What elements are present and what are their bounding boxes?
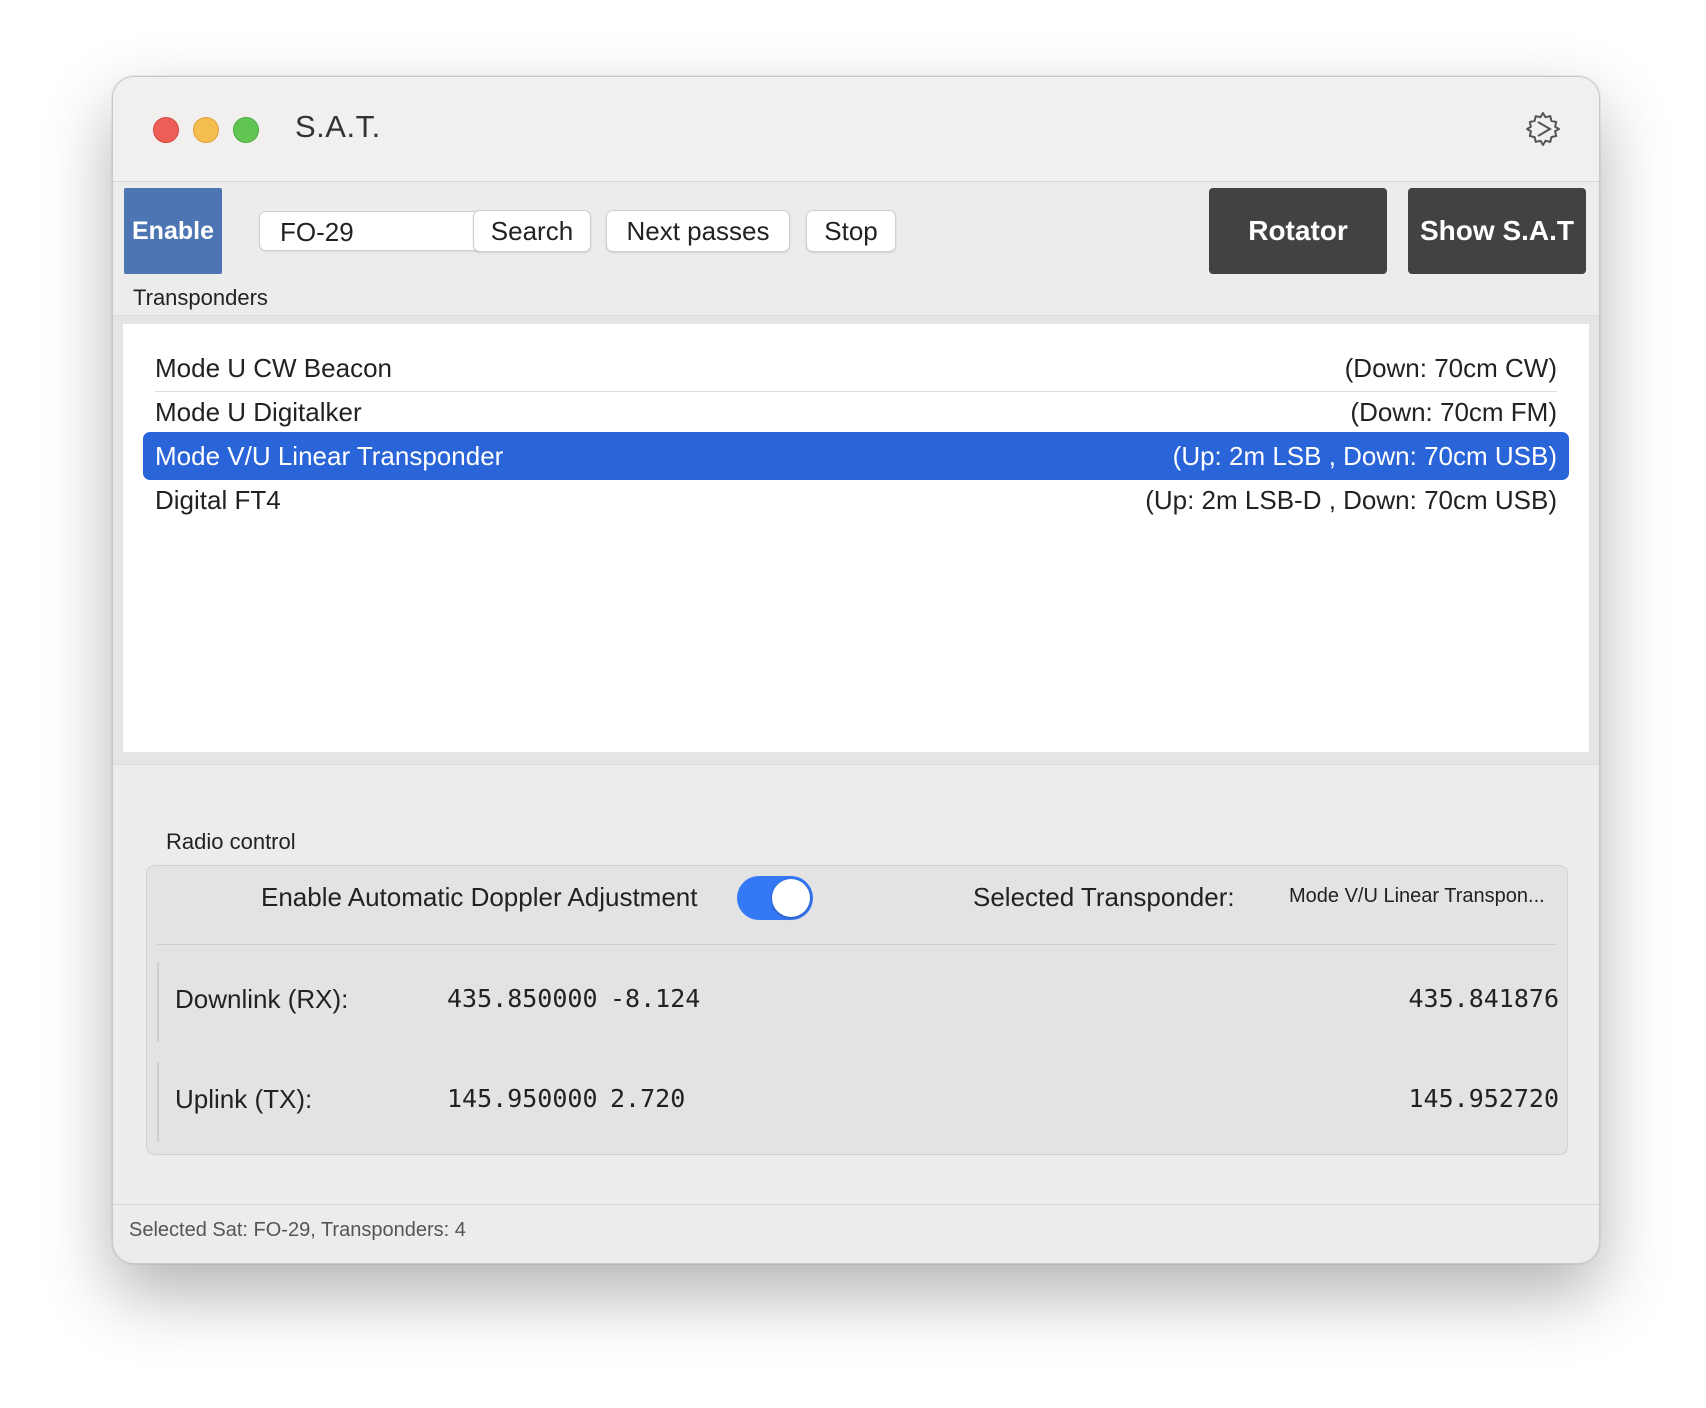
zoom-window-button[interactable] [233,117,259,143]
uplink-doppler-shift: 2.720 [610,1084,686,1113]
uplink-row: Uplink (TX): 145.950000 2.720 145.952720 [157,1062,1559,1142]
radio-control-section-label: Radio control [166,829,296,854]
transponder-list[interactable]: Mode U CW Beacon (Down: 70cm CW) Mode U … [123,324,1589,752]
downlink-doppler-shift: -8.124 [610,984,701,1013]
app-window: S.A.T. Enable FO-29 Search Next passes S… [112,76,1600,1264]
minimize-window-button[interactable] [193,117,219,143]
doppler-toggle-label: Enable Automatic Doppler Adjustment [261,882,698,912]
uplink-corrected-frequency: 145.952720 [1408,1084,1559,1113]
transponder-modes: (Down: 70cm FM) [1350,396,1557,427]
downlink-nominal-frequency: 435.850000 [447,984,598,1013]
transponder-row[interactable]: Mode U CW Beacon (Down: 70cm CW) [143,344,1569,392]
downlink-corrected-frequency: 435.841876 [1408,984,1559,1013]
transponder-row-selected[interactable]: Mode V/U Linear Transponder (Up: 2m LSB … [143,432,1569,480]
doppler-toggle[interactable] [737,876,813,920]
window-title: S.A.T. [295,109,381,144]
transponders-section-label: Transponders [133,285,268,310]
toggle-knob [772,879,810,917]
satellite-search-input[interactable]: FO-29 [259,211,487,251]
transponder-name: Mode V/U Linear Transponder [155,440,504,471]
status-bar: Selected Sat: FO-29, Transponders: 4 [113,1204,1599,1263]
enable-button[interactable]: Enable [124,188,222,274]
transponder-modes: (Down: 70cm CW) [1344,352,1557,383]
selected-transponder-label: Selected Transponder: [973,882,1235,912]
uplink-label: Uplink (TX): [175,1084,313,1114]
show-sat-button[interactable]: Show S.A.T [1408,188,1586,274]
rotator-button[interactable]: Rotator [1209,188,1387,274]
gear-icon[interactable] [1523,109,1563,149]
selected-transponder-value: Mode V/U Linear Transpon... [1289,885,1545,907]
transponder-name: Digital FT4 [155,484,281,515]
transponder-modes: (Up: 2m LSB-D , Down: 70cm USB) [1145,484,1557,515]
downlink-row: Downlink (RX): 435.850000 -8.124 435.841… [157,962,1559,1042]
radio-control-panel: Enable Automatic Doppler Adjustment Sele… [146,865,1568,1155]
transponder-row[interactable]: Mode U Digitalker (Down: 70cm FM) [143,388,1569,436]
downlink-label: Downlink (RX): [175,984,349,1014]
title-bar: S.A.T. [113,77,1599,182]
stop-button[interactable]: Stop [806,210,896,252]
search-button[interactable]: Search [473,210,591,252]
transponder-modes: (Up: 2m LSB , Down: 70cm USB) [1172,440,1557,471]
next-passes-button[interactable]: Next passes [606,210,790,252]
divider [157,944,1557,945]
close-window-button[interactable] [153,117,179,143]
transponder-row[interactable]: Digital FT4 (Up: 2m LSB-D , Down: 70cm U… [143,476,1569,524]
uplink-nominal-frequency: 145.950000 [447,1084,598,1113]
transponder-list-container: Mode U CW Beacon (Down: 70cm CW) Mode U … [113,315,1599,765]
status-text: Selected Sat: FO-29, Transponders: 4 [129,1219,466,1241]
transponder-name: Mode U CW Beacon [155,352,392,383]
transponder-name: Mode U Digitalker [155,396,362,427]
